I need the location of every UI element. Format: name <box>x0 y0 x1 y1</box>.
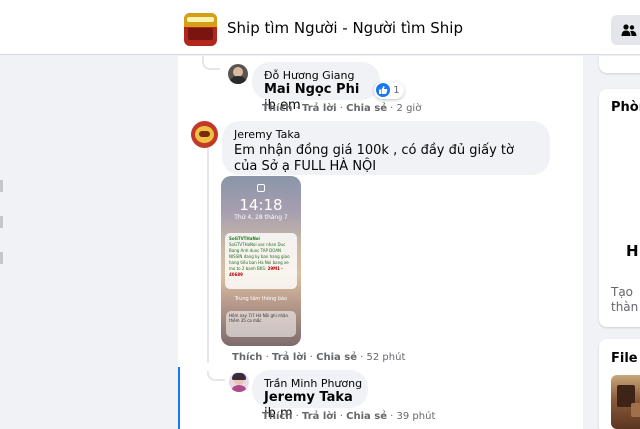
avatar-hair <box>232 373 246 380</box>
comment-actions: Thích · Trả lời · Chia sẻ · 2 giờ <box>262 103 422 114</box>
avatar[interactable] <box>228 64 248 84</box>
like-link[interactable]: Thích <box>262 103 292 114</box>
thread-connector <box>207 371 225 381</box>
reply-link[interactable]: Trả lời <box>272 352 307 363</box>
left-scroll-mark <box>0 216 3 228</box>
comment-author[interactable]: Jeremy Taka <box>234 128 538 141</box>
sidebar-card-heading: H <box>626 242 639 260</box>
avatar[interactable] <box>191 121 218 148</box>
avatar-graphic-mid <box>188 28 213 40</box>
notification-center-label: Trung tâm thông báo <box>234 296 288 302</box>
reply-link[interactable]: Trả lời <box>302 411 337 422</box>
group-header: Ship tìm Người - Người tìm Ship <box>0 0 640 55</box>
comment-author[interactable]: Đỗ Hương Giang <box>264 69 368 82</box>
facebook-group-page: Ship tìm Người - Người tìm Ship Đỗ Hương… <box>0 0 640 429</box>
sidebar-card-rooms: Phòn H Tạo thàn <box>599 89 640 327</box>
people-icon <box>621 24 637 36</box>
comment-bubble: Trần Minh Phương Jeremy Taka ib m <box>252 370 368 421</box>
comment-author[interactable]: Trần Minh Phương <box>264 377 362 390</box>
left-column <box>0 56 5 429</box>
reaction-count: 1 <box>393 85 400 96</box>
left-scroll-mark <box>0 252 3 264</box>
reply-link[interactable]: Trả lời <box>302 103 337 114</box>
comment-timestamp[interactable]: 52 phút <box>367 352 406 363</box>
avatar-body <box>232 385 246 392</box>
comment-photo-attachment[interactable]: 14:18 Thứ 4, 28 tháng 7 SoGTVTHaNoi SoGT… <box>221 176 301 346</box>
thumbnail-detail <box>631 403 640 417</box>
sidebar-card-text: thàn <box>611 300 639 314</box>
phone-clock: 14:18 <box>239 196 283 214</box>
comment-timestamp[interactable]: 2 giờ <box>397 103 422 114</box>
mention-link[interactable]: Mai Ngọc Phi <box>264 82 359 97</box>
avatar-body <box>230 76 246 84</box>
group-title[interactable]: Ship tìm Người - Người tìm Ship <box>227 19 463 37</box>
comment-timestamp[interactable]: 39 phút <box>397 411 436 422</box>
thread-focus-line <box>178 367 180 429</box>
phone-date: Thứ 4, 28 tháng 7 <box>234 214 288 221</box>
group-avatar[interactable] <box>184 13 217 46</box>
avatar[interactable] <box>229 372 249 392</box>
avatar-detail <box>199 131 210 137</box>
thread-line <box>207 148 209 363</box>
avatar-graphic-text <box>187 17 214 22</box>
share-link[interactable]: Chia sẻ <box>316 352 357 363</box>
left-scroll-mark <box>0 180 3 192</box>
comment-actions: Thích · Trả lời · Chia sẻ · 39 phút <box>262 411 436 422</box>
news-notification: Hôm nay 7/7 Hà Nội ghi nhận thêm 35 ca m… <box>226 311 296 337</box>
sidebar-card-title: Phòn <box>611 100 640 115</box>
comment-actions: Thích · Trả lời · Chia sẻ · 52 phút <box>232 352 406 363</box>
members-button[interactable] <box>611 15 640 45</box>
reaction-badge[interactable]: 1 <box>374 82 404 99</box>
like-reaction-icon <box>376 83 390 97</box>
like-link[interactable]: Thích <box>262 411 292 422</box>
share-link[interactable]: Chia sẻ <box>346 103 387 114</box>
sidebar-card-title[interactable]: File p <box>611 351 640 366</box>
sidebar-card-text: Tạo <box>611 285 634 299</box>
lock-icon <box>257 184 265 192</box>
comment-bubble: Jeremy Taka Em nhận đồng giá 100k , có đ… <box>222 121 550 175</box>
sidebar-file-thumbnail[interactable] <box>611 375 640 429</box>
share-link[interactable]: Chia sẻ <box>346 411 387 422</box>
mention-link[interactable]: Jeremy Taka <box>264 390 353 405</box>
comment-bubble: Đỗ Hương Giang Mai Ngọc Phi ib em <box>252 62 380 113</box>
like-link[interactable]: Thích <box>232 352 262 363</box>
sidebar-card-top <box>599 56 640 73</box>
sms-notification: SoGTVTHaNoi SoGTVTHaNoi xac nhan Duc Ban… <box>225 233 297 289</box>
thread-connector <box>202 60 220 70</box>
comment-text: Em nhận đồng giá 100k , có đầy đủ giấy t… <box>234 143 514 174</box>
